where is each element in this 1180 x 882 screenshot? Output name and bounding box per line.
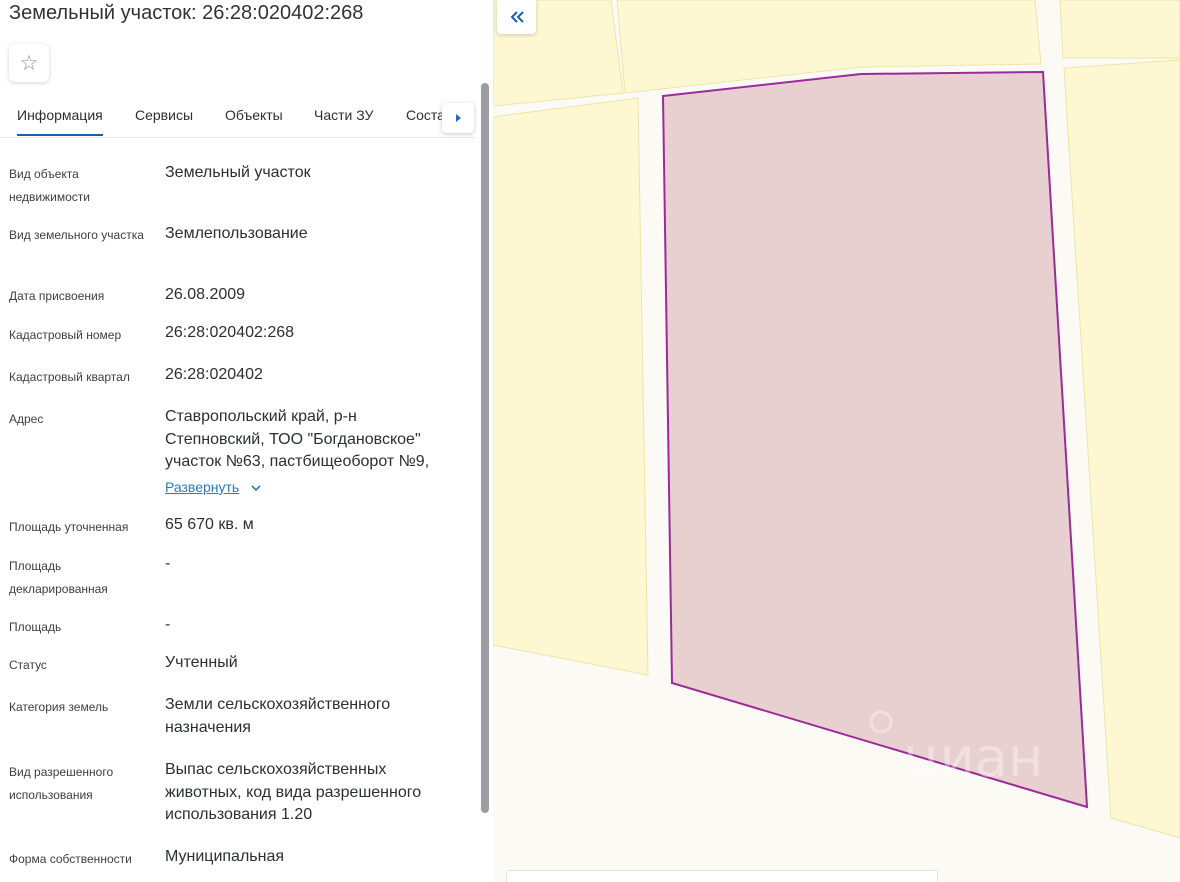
field-label-cadastral-number: Кадастровый номер [9,328,122,342]
tab-parts[interactable]: Части ЗУ [314,107,373,134]
page-title: Земельный участок: 26:28:020402:268 [9,2,364,24]
watermark-text: циан [903,726,1043,789]
field-label-area-specified: Площадь уточненная [9,520,129,534]
field-value-ownership: Муниципальная [165,848,285,865]
field-value-address: Ставропольский край, р-н Степновский, ТО… [165,408,430,470]
field-value-area-specified: 65 670 кв. м [165,516,254,533]
favorite-button[interactable]: ☆ [9,44,49,82]
info-panel: Земельный участок: 26:28:020402:268 ☆ Ин… [0,0,493,882]
tab-services[interactable]: Сервисы [135,107,193,134]
field-value-cadastral-block: 26:28:020402 [165,366,263,383]
panel-scrollbar[interactable] [481,83,489,813]
field-label-area: Площадь [9,620,62,634]
field-value-date: 26.08.2009 [165,286,246,303]
field-value-permitted-use: Выпас сельскохозяйственных животных, код… [165,761,422,823]
field-value-area: - [165,616,171,633]
tab-objects[interactable]: Объекты [225,107,283,134]
tab-bar: Информация Сервисы Объекты Части ЗУ Сост… [0,96,475,138]
map-parcel[interactable] [1059,0,1180,59]
map-view[interactable]: циан [493,0,1180,882]
field-label-land-type: Вид земельного участка [9,228,144,242]
tabs-scroll-right-button[interactable] [442,103,474,133]
field-label-land-category: Категория земель [9,700,109,714]
field-label-status: Статус [9,658,47,672]
double-chevron-left-icon [510,11,524,23]
field-label-area-declared: Площадь декларированная [9,559,108,596]
star-outline-icon: ☆ [19,51,39,75]
tab-info[interactable]: Информация [17,107,103,136]
chevron-down-icon[interactable] [250,483,262,493]
map-parcel[interactable] [493,97,649,676]
address-expand-link[interactable]: Развернуть [165,479,239,495]
caret-right-icon [455,114,461,122]
map-canvas[interactable]: циан [493,0,1180,882]
field-label-ownership: Форма собственности [9,852,132,866]
field-label-permitted-use: Вид разрешенного использования [9,765,114,802]
field-value-cadastral-number: 26:28:020402:268 [165,324,295,341]
field-value-land-category: Земли сельскохозяйственного назначения [165,696,391,736]
field-label-date: Дата присвоения [9,289,105,303]
field-label-address: Адрес [9,412,44,426]
field-value-status: Учтенный [165,654,238,671]
field-value-object-type: Земельный участок [165,164,311,181]
collapse-panel-button[interactable] [497,0,536,34]
map-bottom-bar [506,870,938,882]
field-label-cadastral-block: Кадастровый квартал [9,370,130,384]
field-value-area-declared: - [165,555,171,572]
selected-parcel[interactable] [661,70,1089,809]
field-label-object-type: Вид объекта недвижимости [9,167,90,204]
field-value-land-type: Землепользование [165,225,308,242]
